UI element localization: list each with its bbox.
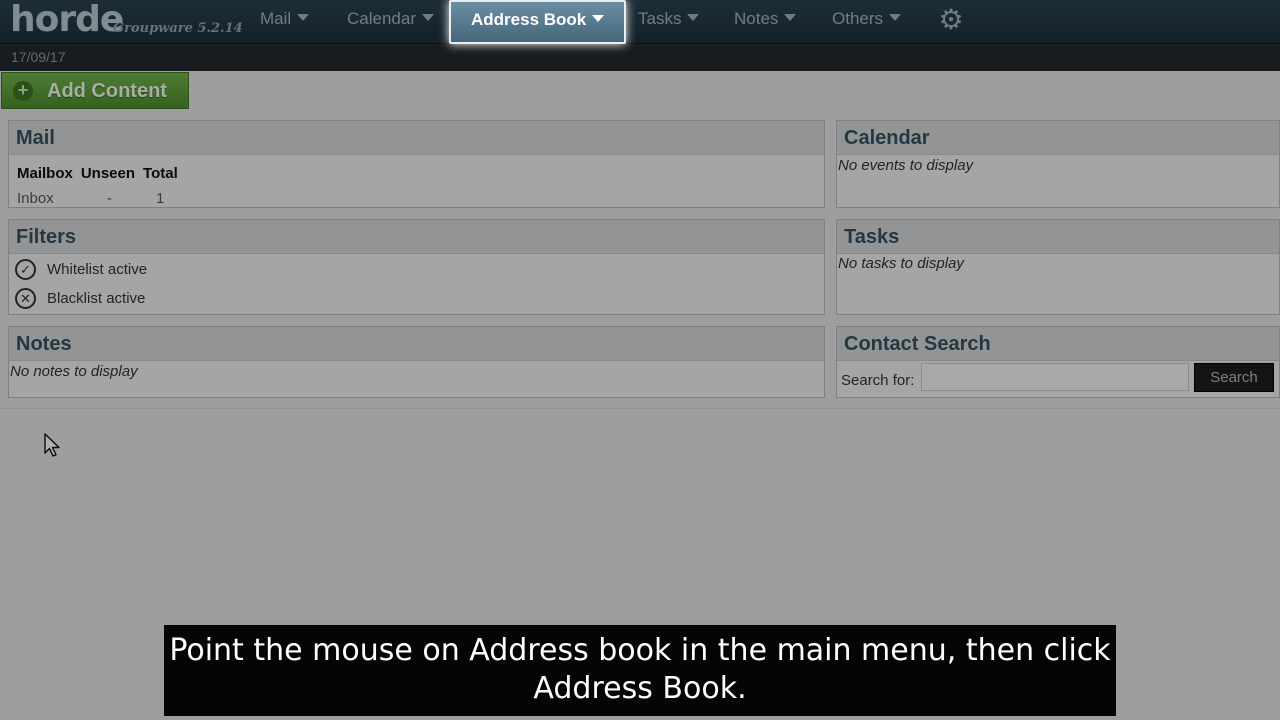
chevron-down-icon	[687, 14, 700, 21]
column-header-total: Total	[143, 165, 178, 182]
menu-others[interactable]: Others	[832, 0, 902, 44]
calendar-empty-message: No events to display	[838, 157, 974, 174]
current-date: 17/09/17	[11, 49, 66, 65]
calendar-portlet-title: Calendar	[837, 121, 1279, 155]
filter-status: active	[106, 289, 146, 307]
search-for-label: Search for:	[841, 372, 915, 389]
column-header-mailbox: Mailbox	[17, 165, 73, 182]
contact-search-input[interactable]	[921, 363, 1189, 391]
check-circle-icon: ✓	[15, 258, 36, 280]
chevron-down-icon	[889, 14, 902, 21]
x-circle-icon: ✕	[15, 287, 36, 309]
chevron-down-icon	[297, 14, 310, 21]
horde-logo[interactable]: horde	[10, 0, 124, 40]
tasks-portlet: Tasks No tasks to display	[836, 219, 1280, 315]
mouse-cursor-icon	[44, 433, 60, 457]
menu-address-book-label: Address Book	[471, 10, 587, 29]
add-content-button[interactable]: + Add Content	[1, 72, 189, 109]
menu-mail-label: Mail	[260, 9, 292, 28]
tasks-portlet-title: Tasks	[837, 220, 1279, 254]
menu-notes[interactable]: Notes	[734, 0, 797, 44]
menu-address-book[interactable]: Address Book	[449, 0, 627, 44]
menu-tasks[interactable]: Tasks	[638, 0, 700, 44]
menu-tasks-label: Tasks	[638, 9, 682, 28]
menu-others-label: Others	[832, 9, 884, 28]
menu-calendar-label: Calendar	[347, 9, 416, 28]
filters-portlet-title: Filters	[9, 220, 824, 254]
chevron-down-icon	[592, 15, 605, 22]
contact-search-portlet: Contact Search Search for: Search	[836, 326, 1280, 398]
notes-empty-message: No notes to display	[10, 363, 138, 380]
plus-circle-icon: +	[13, 81, 33, 101]
contact-search-portlet-title: Contact Search	[837, 327, 1279, 361]
caption-line-2: Address Book.	[533, 671, 747, 706]
mail-portlet-title: Mail	[9, 121, 824, 155]
column-header-unseen: Unseen	[80, 165, 136, 182]
mail-table: Mailbox Unseen Total Inbox - 1	[17, 161, 186, 210]
menu-mail[interactable]: Mail	[260, 0, 310, 44]
filter-status: active	[107, 260, 148, 278]
calendar-portlet: Calendar No events to display	[836, 120, 1280, 208]
notes-portlet: Notes No notes to display	[8, 326, 825, 398]
mail-portlet: Mail Mailbox Unseen Total Inbox - 1	[8, 120, 825, 208]
top-navigation-bar: horde Groupware 5.2.14 Mail Calendar Add…	[0, 0, 1280, 44]
filters-portlet: Filters ✓ Whitelist active ✕ Blacklist a…	[8, 219, 825, 315]
menu-notes-label: Notes	[734, 9, 779, 28]
mailbox-name[interactable]: Inbox	[17, 186, 81, 210]
gear-icon[interactable]: ⚙	[937, 6, 965, 34]
menu-calendar[interactable]: Calendar	[347, 0, 434, 44]
date-bar: 17/09/17	[0, 44, 1280, 71]
caption-line-1: Point the mouse on Address book in the m…	[169, 633, 1111, 668]
add-content-label: Add Content	[47, 80, 167, 102]
tutorial-caption: Point the mouse on Address book in the m…	[164, 625, 1116, 716]
filter-name: Whitelist	[47, 260, 104, 278]
product-version: Groupware 5.2.14	[113, 21, 243, 36]
unseen-count: -	[106, 189, 112, 207]
filter-item-whitelist[interactable]: ✓ Whitelist active	[15, 258, 147, 280]
tasks-empty-message: No tasks to display	[838, 255, 964, 272]
search-button[interactable]: Search	[1194, 363, 1274, 392]
chevron-down-icon	[784, 14, 797, 21]
filter-name: Blacklist	[47, 289, 103, 307]
table-row[interactable]: Inbox - 1	[17, 186, 186, 210]
chevron-down-icon	[422, 14, 434, 21]
filter-item-blacklist[interactable]: ✕ Blacklist active	[15, 287, 145, 309]
notes-portlet-title: Notes	[9, 327, 824, 361]
total-count: 1	[156, 189, 165, 207]
content-divider	[0, 408, 1280, 409]
